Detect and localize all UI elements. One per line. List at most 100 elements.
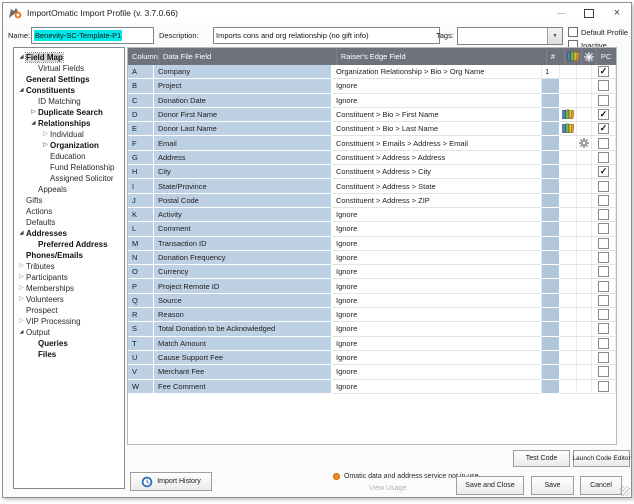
- data-file-field-cell[interactable]: Activity: [154, 207, 332, 223]
- header-re-field[interactable]: Raiser's Edge Field: [337, 48, 547, 65]
- table-row[interactable]: K Activity Ignore: [128, 207, 616, 223]
- tree-item-output[interactable]: ◢ Output: [14, 327, 124, 338]
- column-letter-cell[interactable]: Q: [128, 293, 154, 309]
- pc-checkbox[interactable]: [598, 323, 609, 335]
- tree-item-actions[interactable]: Actions: [14, 206, 124, 217]
- tree-item-vip-processing[interactable]: ▷ VIP Processing: [14, 316, 124, 327]
- column-letter-cell[interactable]: H: [128, 165, 154, 180]
- data-file-field-cell[interactable]: Merchant Fee: [154, 365, 332, 380]
- tree-expanded-icon[interactable]: ◢: [17, 85, 26, 96]
- column-letter-cell[interactable]: C: [128, 93, 154, 108]
- import-history-button[interactable]: Import History: [130, 472, 212, 491]
- re-field-cell[interactable]: Constituent > Address > State: [332, 179, 542, 194]
- re-field-cell[interactable]: Constituent > Address > City: [332, 165, 542, 180]
- data-file-field-cell[interactable]: Project Remote ID: [154, 279, 332, 294]
- pc-checkbox[interactable]: [598, 151, 609, 163]
- column-letter-cell[interactable]: R: [128, 308, 154, 323]
- table-row[interactable]: V Merchant Fee Ignore: [128, 365, 616, 380]
- tree-item-relationships[interactable]: ◢ Relationships: [14, 118, 124, 129]
- tree-item-appeals[interactable]: Appeals: [14, 184, 124, 195]
- tree-item-virtual-fields[interactable]: Virtual Fields: [14, 63, 124, 74]
- tree-item-fund-relationship[interactable]: Fund Relationship: [14, 162, 124, 173]
- column-letter-cell[interactable]: F: [128, 136, 154, 151]
- pc-checkbox[interactable]: [598, 309, 609, 321]
- pc-checkbox[interactable]: [598, 237, 609, 249]
- data-file-field-cell[interactable]: State/Province: [154, 179, 332, 194]
- re-field-cell[interactable]: Constituent > Bio > Last Name: [332, 122, 542, 137]
- column-letter-cell[interactable]: D: [128, 107, 154, 123]
- data-file-field-cell[interactable]: Donation Date: [154, 93, 332, 108]
- data-file-field-cell[interactable]: Postal Code: [154, 193, 332, 208]
- tree-expanded-icon[interactable]: ◢: [29, 118, 38, 129]
- tree-collapsed-icon[interactable]: ▷: [17, 294, 26, 305]
- column-letter-cell[interactable]: J: [128, 193, 154, 208]
- tree-item-memberships[interactable]: ▷ Memberships: [14, 283, 124, 294]
- table-row[interactable]: S Total Donation to be Acknowledged Ignore: [128, 322, 616, 337]
- column-letter-cell[interactable]: M: [128, 236, 154, 251]
- view-usage-link[interactable]: View Usage: [369, 485, 406, 492]
- header-column[interactable]: Column: [128, 48, 159, 65]
- pc-checkbox[interactable]: [598, 66, 609, 78]
- tree-item-phones-emails[interactable]: Phones/Emails: [14, 250, 124, 261]
- close-button[interactable]: ×: [603, 3, 631, 23]
- column-letter-cell[interactable]: S: [128, 322, 154, 337]
- dictionary-header-icon[interactable]: [565, 48, 582, 65]
- re-field-cell[interactable]: Constituent > Bio > First Name: [332, 107, 542, 123]
- re-field-cell[interactable]: Constituent > Emails > Address > Email: [332, 136, 542, 151]
- pc-checkbox[interactable]: [598, 194, 609, 206]
- data-file-field-cell[interactable]: Reason: [154, 308, 332, 323]
- tree-item-addresses[interactable]: ◢ Addresses: [14, 228, 124, 239]
- data-file-field-cell[interactable]: Donor First Name: [154, 107, 332, 123]
- column-letter-cell[interactable]: U: [128, 350, 154, 366]
- table-row[interactable]: G Address Constituent > Address > Address: [128, 150, 616, 166]
- tree-collapsed-icon[interactable]: ▷: [41, 140, 50, 151]
- test-code-button[interactable]: Test Code: [513, 450, 570, 467]
- re-field-cell[interactable]: Ignore: [332, 279, 542, 294]
- tree-item-participants[interactable]: ▷ Participants: [14, 272, 124, 283]
- pc-checkbox[interactable]: [598, 252, 609, 263]
- column-letter-cell[interactable]: O: [128, 265, 154, 280]
- tree-item-education[interactable]: Education: [14, 151, 124, 162]
- pc-checkbox[interactable]: [598, 166, 609, 178]
- tree-collapsed-icon[interactable]: ▷: [41, 129, 50, 140]
- column-letter-cell[interactable]: G: [128, 150, 154, 166]
- tags-combobox[interactable]: ▼: [457, 27, 563, 45]
- re-field-cell[interactable]: Ignore: [332, 365, 542, 380]
- table-row[interactable]: H City Constituent > Address > City: [128, 165, 616, 180]
- re-field-cell[interactable]: Ignore: [332, 93, 542, 108]
- pc-checkbox[interactable]: [598, 80, 609, 92]
- re-field-cell[interactable]: Ignore: [332, 207, 542, 223]
- re-field-cell[interactable]: Ignore: [332, 265, 542, 280]
- tree-item-files[interactable]: Files: [14, 349, 124, 360]
- tree-collapsed-icon[interactable]: ▷: [17, 261, 26, 272]
- tree-item-organization[interactable]: ▷ Organization: [14, 140, 124, 151]
- data-file-field-cell[interactable]: Company: [154, 65, 332, 80]
- tree-item-queries[interactable]: Queries: [14, 338, 124, 349]
- header-data-file-field[interactable]: Data File Field: [159, 48, 337, 65]
- table-row[interactable]: U Cause Support Fee Ignore: [128, 350, 616, 366]
- re-field-cell[interactable]: Ignore: [332, 222, 542, 237]
- re-field-cell[interactable]: Organization Relationship > Bio > Org Na…: [332, 65, 542, 80]
- data-file-field-cell[interactable]: Address: [154, 150, 332, 166]
- re-field-cell[interactable]: Ignore: [332, 236, 542, 251]
- column-letter-cell[interactable]: I: [128, 179, 154, 194]
- pc-checkbox[interactable]: [598, 223, 609, 235]
- pc-checkbox[interactable]: [598, 137, 609, 149]
- data-file-field-cell[interactable]: Donor Last Name: [154, 122, 332, 137]
- data-file-field-cell[interactable]: Currency: [154, 265, 332, 280]
- table-row[interactable]: L Comment Ignore: [128, 222, 616, 237]
- table-row[interactable]: Q Source Ignore: [128, 293, 616, 309]
- tree-item-individual[interactable]: ▷ Individual: [14, 129, 124, 140]
- maximize-button[interactable]: [575, 3, 603, 23]
- re-field-cell[interactable]: Ignore: [332, 308, 542, 323]
- data-file-field-cell[interactable]: Cause Support Fee: [154, 350, 332, 366]
- re-field-cell[interactable]: Ignore: [332, 350, 542, 366]
- tree-collapsed-icon[interactable]: ▷: [17, 283, 26, 294]
- re-field-cell[interactable]: Ignore: [332, 293, 542, 309]
- table-row[interactable]: J Postal Code Constituent > Address > ZIP: [128, 193, 616, 208]
- tree-item-gifts[interactable]: Gifts: [14, 195, 124, 206]
- tree-item-field-map[interactable]: ◢ Field Map: [14, 52, 124, 63]
- tree-expanded-icon[interactable]: ◢: [17, 52, 26, 63]
- column-letter-cell[interactable]: L: [128, 222, 154, 237]
- tree-collapsed-icon[interactable]: ▷: [17, 316, 26, 327]
